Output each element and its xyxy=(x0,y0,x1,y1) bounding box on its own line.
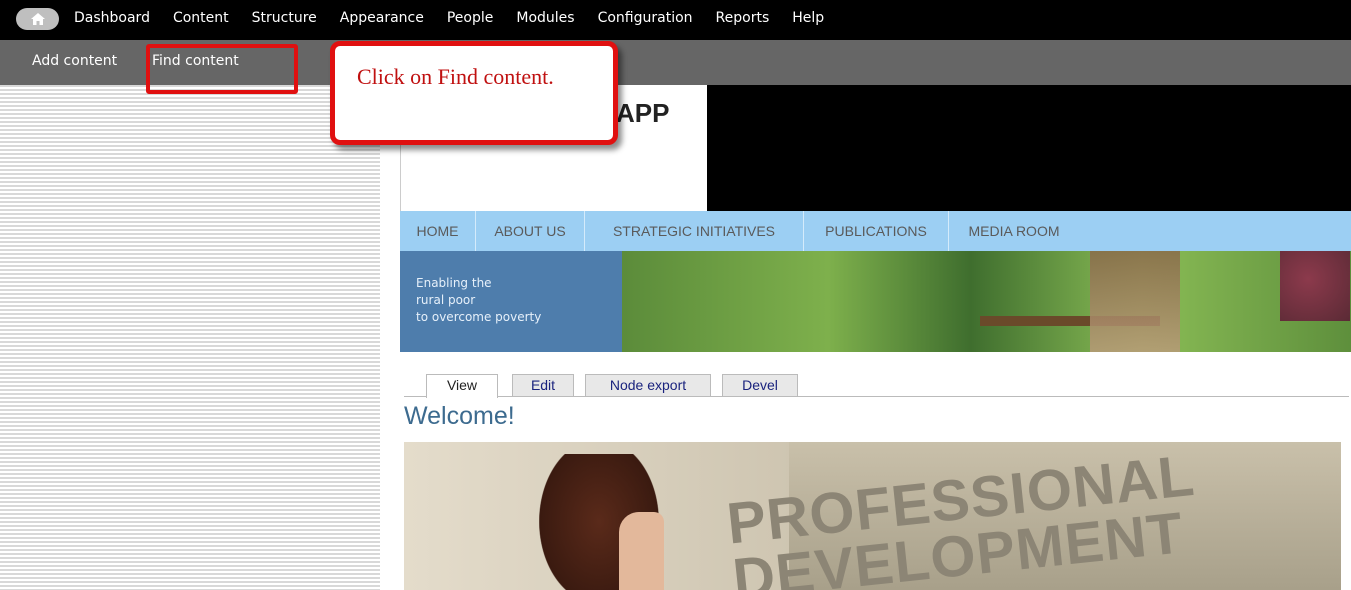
menu-modules[interactable]: Modules xyxy=(516,10,574,26)
menu-dashboard[interactable]: Dashboard xyxy=(74,10,150,26)
banner-photo-person xyxy=(1090,251,1180,352)
find-content-highlight xyxy=(146,44,298,94)
nav-strategic-initiatives[interactable]: STRATEGIC INITIATIVES xyxy=(585,211,804,251)
nav-publications[interactable]: PUBLICATIONS xyxy=(804,211,949,251)
home-icon xyxy=(30,13,45,25)
nav-media-room[interactable]: MEDIA ROOM xyxy=(949,211,1079,251)
banner-photo-person-2 xyxy=(1280,251,1350,321)
add-content-link[interactable]: Add content xyxy=(32,53,117,69)
tab-node-export[interactable]: Node export xyxy=(585,374,711,396)
tagline-line-1: Enabling the xyxy=(416,276,492,290)
menu-configuration[interactable]: Configuration xyxy=(598,10,693,26)
nav-home[interactable]: HOME xyxy=(400,211,476,251)
photo-person-face xyxy=(619,512,664,590)
tab-devel[interactable]: Devel xyxy=(722,374,798,396)
menu-structure[interactable]: Structure xyxy=(252,10,317,26)
menu-appearance[interactable]: Appearance xyxy=(340,10,424,26)
instruction-callout: Click on Find content. xyxy=(330,41,618,145)
tagline-line-2: rural poor xyxy=(416,293,476,307)
home-button[interactable] xyxy=(16,8,59,30)
menu-reports[interactable]: Reports xyxy=(716,10,770,26)
callout-text: Click on Find content. xyxy=(357,64,554,89)
banner-image: Enabling the rural poor to overcome pove… xyxy=(400,251,1351,352)
admin-toolbar: Dashboard Content Structure Appearance P… xyxy=(0,0,1351,40)
admin-menu: Dashboard Content Structure Appearance P… xyxy=(74,10,847,26)
banner-tagline: Enabling the rural poor to overcome pove… xyxy=(416,275,541,326)
node-tabs: View Edit Node export Devel xyxy=(404,374,1349,398)
menu-help[interactable]: Help xyxy=(792,10,824,26)
main-nav: HOME ABOUT US STRATEGIC INITIATIVES PUBL… xyxy=(400,211,1351,251)
header-banner xyxy=(707,85,1351,211)
menu-content[interactable]: Content xyxy=(173,10,229,26)
content-photo: PROFESSIONAL DEVELOPMENT xyxy=(404,442,1341,590)
menu-people[interactable]: People xyxy=(447,10,494,26)
tab-edit[interactable]: Edit xyxy=(512,374,574,396)
tagline-line-3: to overcome poverty xyxy=(416,310,542,324)
nav-about-us[interactable]: ABOUT US xyxy=(476,211,585,251)
site-name[interactable]: APP xyxy=(616,98,669,129)
left-sidebar xyxy=(0,85,380,590)
page-title: Welcome! xyxy=(404,402,515,430)
tab-view[interactable]: View xyxy=(426,374,498,398)
